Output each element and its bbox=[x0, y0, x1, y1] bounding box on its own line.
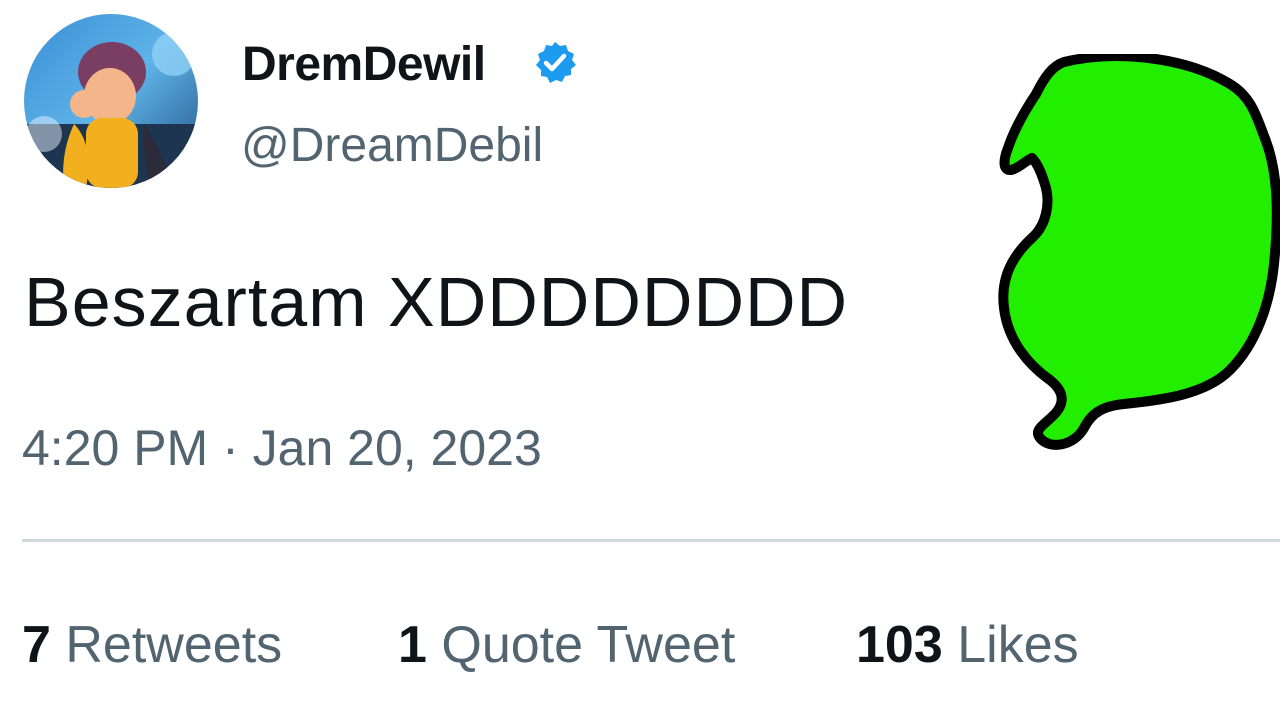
tweet-text: Beszartam XDDDDDDDD bbox=[24, 263, 849, 341]
retweets-label: Retweets bbox=[65, 616, 283, 674]
quote-tweets-count: 1 bbox=[398, 616, 427, 674]
verified-badge-icon bbox=[532, 40, 578, 86]
retweets-count: 7 bbox=[22, 616, 51, 674]
likes-stat[interactable]: 103 Likes bbox=[856, 614, 1079, 676]
quote-tweets-stat[interactable]: 1 Quote Tweet bbox=[398, 614, 735, 676]
divider bbox=[22, 539, 1280, 542]
likes-count: 103 bbox=[856, 616, 943, 674]
quote-tweets-label: Quote Tweet bbox=[441, 616, 736, 674]
tweet-timestamp[interactable]: 4:20 PM · Jan 20, 2023 bbox=[22, 418, 542, 478]
green-speech-blob bbox=[994, 54, 1280, 450]
avatar[interactable] bbox=[24, 14, 198, 188]
display-name[interactable]: DremDewil bbox=[242, 36, 486, 94]
likes-label: Likes bbox=[957, 616, 1079, 674]
retweets-stat[interactable]: 7 Retweets bbox=[22, 614, 282, 676]
user-handle[interactable]: @DreamDebil bbox=[241, 117, 543, 175]
